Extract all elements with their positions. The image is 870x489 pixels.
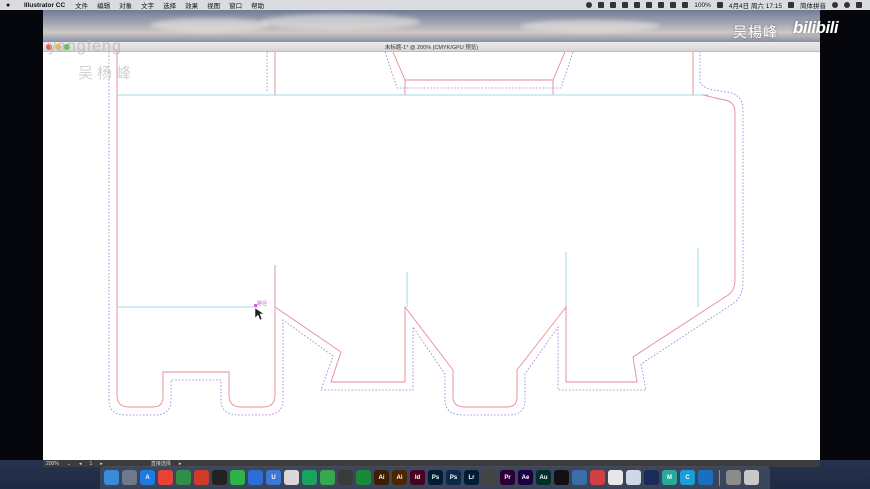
bird-icon[interactable] bbox=[626, 470, 641, 485]
illustrator-window: 未标题-1* @ 200% (CMYK/GPU 预览) bbox=[43, 42, 820, 460]
c-app-icon[interactable]: C bbox=[680, 470, 695, 485]
blender-icon[interactable] bbox=[572, 470, 587, 485]
watermark-name-cn: 吴杨峰 bbox=[78, 65, 136, 82]
wechat-icon[interactable] bbox=[230, 470, 245, 485]
evernote-icon[interactable] bbox=[320, 470, 335, 485]
smart-guide-label: 路径 bbox=[257, 301, 268, 307]
browser-icon[interactable] bbox=[176, 470, 191, 485]
bluetooth-icon[interactable] bbox=[658, 2, 665, 8]
utool-icon[interactable]: U bbox=[266, 470, 281, 485]
steam-icon[interactable] bbox=[644, 470, 659, 485]
folder-icon[interactable] bbox=[726, 470, 741, 485]
desktop-right-edge bbox=[820, 10, 870, 460]
cut-lines bbox=[116, 52, 736, 408]
status-menus: 100% 4月4日 周六 17:15 简体拼音 bbox=[586, 0, 870, 10]
finder-icon[interactable] bbox=[104, 470, 119, 485]
artboard-canvas[interactable] bbox=[43, 52, 820, 460]
c4d-icon[interactable] bbox=[554, 470, 569, 485]
watermark-name-en: yangfeng bbox=[48, 38, 122, 55]
cursor-icon[interactable] bbox=[646, 2, 653, 8]
ai-1-icon[interactable]: Ai bbox=[374, 470, 389, 485]
menu-help[interactable]: 帮助 bbox=[251, 0, 264, 10]
bilibili-logo: bilibili bbox=[793, 18, 839, 37]
launchpad-icon[interactable] bbox=[122, 470, 137, 485]
siri-icon[interactable] bbox=[844, 2, 850, 8]
app-name-menu[interactable]: Illustrator CC bbox=[24, 2, 65, 9]
input-method[interactable]: 简体拼音 bbox=[800, 0, 826, 10]
sketch-app-icon[interactable] bbox=[590, 470, 605, 485]
wechat-mini-icon[interactable] bbox=[302, 470, 317, 485]
dieline-cut-path bbox=[116, 94, 736, 408]
battery-percent[interactable]: 100% bbox=[694, 2, 711, 9]
baidu-icon[interactable] bbox=[248, 470, 263, 485]
pr-icon[interactable]: Pr bbox=[500, 470, 515, 485]
dieline-drawing bbox=[108, 52, 744, 416]
au-icon[interactable]: Au bbox=[536, 470, 551, 485]
lr-icon[interactable]: Lr bbox=[464, 470, 479, 485]
dock-separator bbox=[719, 469, 720, 486]
menu-object[interactable]: 对象 bbox=[119, 0, 132, 10]
streamer-name: 吴楊峰 bbox=[733, 24, 778, 40]
menu-edit[interactable]: 编辑 bbox=[97, 0, 110, 10]
clipboard-icon[interactable] bbox=[622, 2, 629, 8]
clapper-icon[interactable] bbox=[482, 470, 497, 485]
infuse-icon[interactable] bbox=[284, 470, 299, 485]
input-method-icon[interactable] bbox=[788, 2, 794, 8]
battery-icon[interactable] bbox=[716, 2, 723, 8]
qq-icon[interactable] bbox=[212, 470, 227, 485]
cut-top-tab-left bbox=[392, 52, 406, 95]
dock: A U Ai Ai Id Ps Ps Lr Pr Ae Au M C bbox=[100, 466, 770, 489]
notification-center-icon[interactable] bbox=[856, 2, 862, 8]
ae-icon[interactable]: Ae bbox=[518, 470, 533, 485]
edge-icon[interactable] bbox=[698, 470, 713, 485]
menu-type[interactable]: 文字 bbox=[141, 0, 154, 10]
clock[interactable]: 4月4日 周六 17:15 bbox=[729, 0, 782, 10]
teams-icon[interactable] bbox=[338, 470, 353, 485]
menu-file[interactable]: 文件 bbox=[75, 0, 88, 10]
menu-effect[interactable]: 效果 bbox=[185, 0, 198, 10]
zbrush-icon[interactable] bbox=[608, 470, 623, 485]
ps-1-icon[interactable]: Ps bbox=[428, 470, 443, 485]
pointer-cursor-icon bbox=[254, 307, 265, 321]
m-app-icon[interactable]: M bbox=[662, 470, 677, 485]
menu-window[interactable]: 窗口 bbox=[229, 0, 242, 10]
weibo-icon[interactable] bbox=[194, 470, 209, 485]
bleed-top-tab bbox=[384, 52, 574, 89]
menu-select[interactable]: 选择 bbox=[163, 0, 176, 10]
bleed-lines bbox=[108, 52, 744, 416]
wifi-icon[interactable] bbox=[670, 2, 677, 8]
ai-2-icon[interactable]: Ai bbox=[392, 470, 407, 485]
desktop-left-edge bbox=[0, 10, 43, 460]
zoom-level[interactable]: 200% bbox=[46, 461, 59, 467]
guide-lines bbox=[117, 94, 708, 308]
artboard-number[interactable]: 1 bbox=[90, 461, 93, 467]
ps-2-icon[interactable]: Ps bbox=[446, 470, 461, 485]
cut-top-tab-right bbox=[552, 52, 566, 95]
menu-bar: ● Illustrator CC 文件 编辑 对象 文字 选择 效果 视图 窗口… bbox=[0, 0, 870, 10]
id-icon[interactable]: Id bbox=[410, 470, 425, 485]
dieline-bleed-path bbox=[108, 52, 744, 416]
flag-icon[interactable] bbox=[634, 2, 641, 8]
trash-icon[interactable] bbox=[744, 470, 759, 485]
menu-view[interactable]: 视图 bbox=[207, 0, 220, 10]
tool-icon[interactable] bbox=[356, 470, 371, 485]
tool-icon[interactable] bbox=[598, 2, 605, 8]
record-icon[interactable] bbox=[586, 2, 593, 8]
spotlight-icon[interactable] bbox=[832, 2, 838, 8]
window-titlebar[interactable]: 未标题-1* @ 200% (CMYK/GPU 预览) bbox=[43, 42, 820, 52]
apple-icon[interactable]: ● bbox=[6, 2, 16, 9]
app-store-icon[interactable]: A bbox=[140, 470, 155, 485]
chrome-icon[interactable] bbox=[158, 470, 173, 485]
chevron-down-icon[interactable]: ⌄ bbox=[67, 461, 71, 467]
document-title: 未标题-1* @ 200% (CMYK/GPU 预览) bbox=[384, 44, 479, 51]
cloud-icon[interactable] bbox=[610, 2, 617, 8]
artboard-nav-prev[interactable]: ◂ bbox=[79, 461, 82, 467]
volume-icon[interactable] bbox=[682, 2, 689, 8]
